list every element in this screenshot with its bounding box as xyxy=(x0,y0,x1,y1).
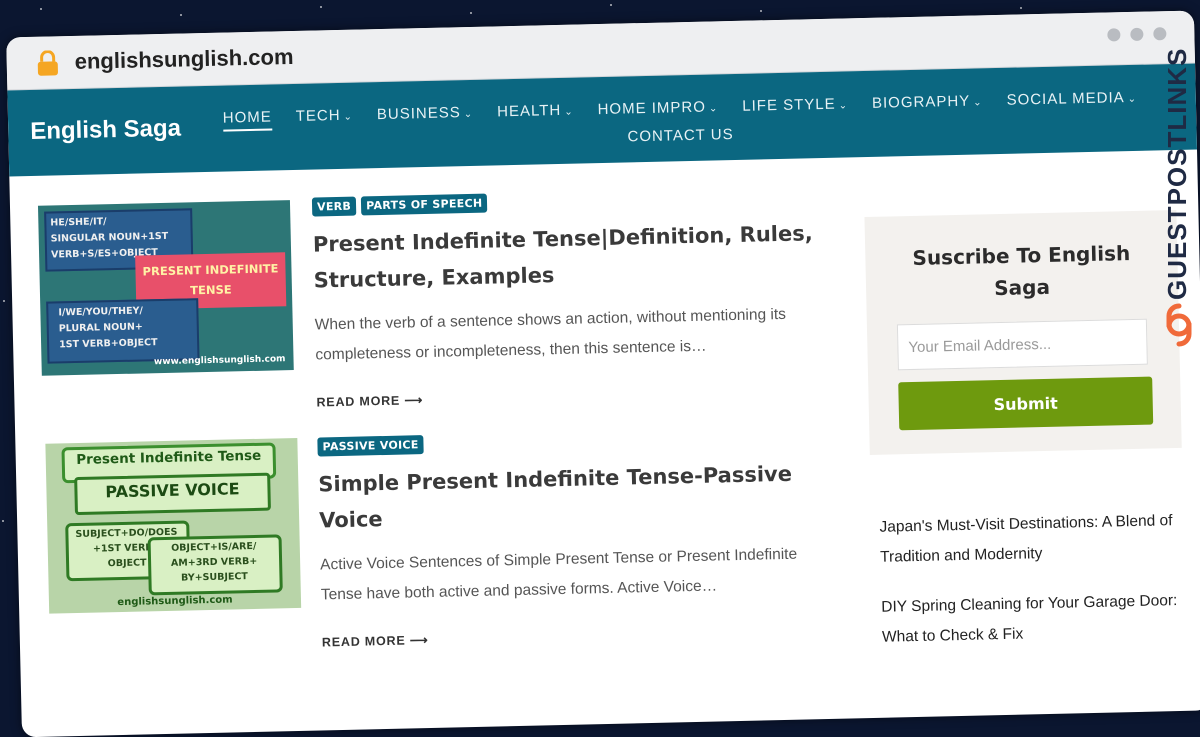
submit-button[interactable]: Submit xyxy=(898,376,1154,431)
nav-item-biography[interactable]: BIOGRAPHY ⌄ xyxy=(872,90,983,117)
window-dot-icon[interactable] xyxy=(1130,27,1144,41)
url-text[interactable]: englishsunglish.com xyxy=(74,44,293,75)
thumb-text: englishsunglish.com xyxy=(117,594,233,609)
main-nav: HOME TECH ⌄ BUSINESS ⌄ HEALTH ⌄ HOME IMPRO ⌄ LIFE… xyxy=(220,87,1141,158)
chevron-down-icon: ⌄ xyxy=(463,108,474,121)
read-more-link[interactable]: READ MORE ⟶ xyxy=(322,623,822,649)
browser-window: englishsunglish.com English Saga HOME TEC… xyxy=(6,10,1200,737)
post-excerpt: Active Voice Sentences of Simple Present… xyxy=(320,545,798,604)
nav-item-label: LIFE STYLE xyxy=(742,95,836,115)
thumb-text: 1ST VERB+OBJECT xyxy=(59,337,158,351)
recent-post-link[interactable]: DIY Spring Cleaning for Your Garage Door… xyxy=(881,592,1177,646)
subscribe-widget: Suscribe To English Saga Submit xyxy=(864,209,1182,455)
recent-post-item: Japan's Must-Visit Destinations: A Blend… xyxy=(879,506,1186,573)
read-more-link[interactable]: READ MORE ⟶ xyxy=(316,383,816,409)
nav-item-health[interactable]: HEALTH ⌄ xyxy=(497,100,574,126)
chevron-down-icon: ⌄ xyxy=(973,97,983,109)
post-card: PASSIVE VOICE Simple Present Indefinite … xyxy=(317,426,822,649)
nav-item-label: HEALTH xyxy=(496,101,562,121)
nav-item-home[interactable]: HOME xyxy=(222,106,273,132)
thumb-text: PRESENT INDEFINITE xyxy=(142,261,279,279)
recent-post-item: DIY Spring Cleaning for Your Garage Door… xyxy=(881,586,1188,653)
nav-item-home-impro[interactable]: HOME IMPRO ⌄ xyxy=(597,96,718,123)
post-card: VERB PARTS OF SPEECH Present Indefinite … xyxy=(311,186,817,410)
chevron-down-icon: ⌄ xyxy=(708,103,719,115)
tag-passive-voice[interactable]: PASSIVE VOICE xyxy=(317,435,424,457)
read-more-label: READ MORE xyxy=(321,633,406,650)
window-dot-icon[interactable] xyxy=(1107,28,1121,42)
lock-icon xyxy=(37,50,58,76)
arrow-right-icon: ⟶ xyxy=(409,633,429,648)
window-controls xyxy=(1107,27,1167,42)
subscribe-title: Suscribe To English Saga xyxy=(912,241,1131,301)
post-thumbnail[interactable]: HE/SHE/IT/ SINGULAR NOUN+1ST VERB+S/ES+O… xyxy=(37,200,294,376)
nav-item-label: SOCIAL MEDIA xyxy=(1006,89,1125,109)
nav-item-label: BIOGRAPHY xyxy=(871,92,971,112)
nav-item-social-media[interactable]: SOCIAL MEDIA ⌄ xyxy=(1006,87,1137,114)
email-input[interactable] xyxy=(896,318,1148,371)
chevron-down-icon: ⌄ xyxy=(1127,93,1138,106)
nav-item-label: HOME IMPRO xyxy=(597,98,707,119)
nav-item-business[interactable]: BUSINESS ⌄ xyxy=(377,102,474,128)
read-more-label: READ MORE xyxy=(316,393,401,410)
chevron-down-icon: ⌄ xyxy=(838,100,849,112)
thumb-text: www.englishsunglish.com xyxy=(153,354,286,368)
chevron-down-icon: ⌄ xyxy=(564,106,574,118)
post-title[interactable]: Present Indefinite Tense|Definition, Rul… xyxy=(313,215,815,298)
thumb-text: BY+SUBJECT xyxy=(180,571,248,584)
post-thumbnail[interactable]: Present Indefinite Tense PASSIVE VOICE S… xyxy=(45,437,302,614)
nav-item-label: BUSINESS xyxy=(376,104,461,124)
nav-item-life-style[interactable]: LIFE STYLE ⌄ xyxy=(742,93,848,119)
nav-item-label: TECH xyxy=(295,106,341,125)
guestpostlinks-badge[interactable]: GUESTPOSTLINKS xyxy=(1158,47,1200,364)
nav-item-contact-us[interactable]: CONTACT US xyxy=(627,124,734,148)
main-content: HE/SHE/IT/ SINGULAR NOUN+1ST VERB+S/ES+O… xyxy=(9,149,1200,736)
site-logo[interactable]: English Saga xyxy=(30,115,181,146)
badge-text: GUESTPOSTLINKS xyxy=(1162,47,1192,300)
nav-item-label: CONTACT US xyxy=(627,125,734,146)
nav-item-label: HOME xyxy=(222,108,272,127)
post-title[interactable]: Simple Present Indefinite Tense-Passive … xyxy=(318,455,820,538)
chevron-down-icon: ⌄ xyxy=(343,111,354,123)
arrow-right-icon: ⟶ xyxy=(404,393,424,408)
post-excerpt: When the verb of a sentence shows an act… xyxy=(314,305,787,364)
link-icon xyxy=(1166,303,1192,347)
nav-item-tech[interactable]: TECH ⌄ xyxy=(295,105,354,130)
tag-verb[interactable]: VERB xyxy=(311,196,357,217)
recent-post-link[interactable]: Japan's Must-Visit Destinations: A Blend… xyxy=(879,512,1172,566)
window-dot-icon[interactable] xyxy=(1153,27,1167,41)
tag-parts-of-speech[interactable]: PARTS OF SPEECH xyxy=(360,193,488,216)
